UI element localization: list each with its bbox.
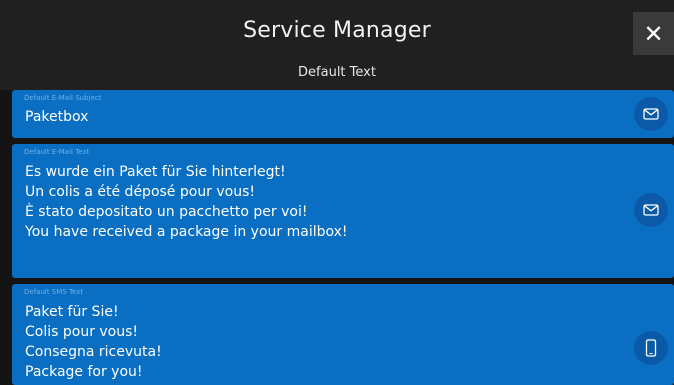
sms-text-field[interactable]: Paket für Sie! Colis pour vous! Consegna… bbox=[25, 302, 162, 382]
sms-text-card[interactable]: Default SMS Text Paket für Sie! Colis po… bbox=[12, 284, 674, 385]
email-text-card[interactable]: Default E-Mail Text Es wurde ein Paket f… bbox=[12, 144, 674, 278]
phone-icon bbox=[645, 339, 657, 357]
email-text-send-button[interactable] bbox=[634, 193, 668, 227]
email-subject-field[interactable]: Paketbox bbox=[25, 107, 88, 127]
envelope-icon bbox=[643, 108, 659, 120]
email-text-field[interactable]: Es wurde ein Paket für Sie hinterlegt! U… bbox=[25, 162, 348, 242]
close-button[interactable]: ✕ bbox=[633, 12, 674, 55]
email-subject-send-button[interactable] bbox=[634, 97, 668, 131]
sms-send-button[interactable] bbox=[634, 331, 668, 365]
page-subtitle: Default Text bbox=[298, 65, 376, 80]
email-text-label: Default E-Mail Text bbox=[24, 148, 90, 156]
email-subject-card[interactable]: Default E-Mail Subject Paketbox bbox=[12, 90, 674, 138]
page-title: Service Manager bbox=[243, 18, 431, 43]
sms-text-label: Default SMS Text bbox=[24, 288, 84, 296]
header-bar: Service Manager Default Text ✕ bbox=[0, 0, 674, 90]
close-icon: ✕ bbox=[643, 19, 664, 48]
envelope-icon bbox=[643, 204, 659, 216]
email-subject-label: Default E-Mail Subject bbox=[24, 94, 102, 102]
